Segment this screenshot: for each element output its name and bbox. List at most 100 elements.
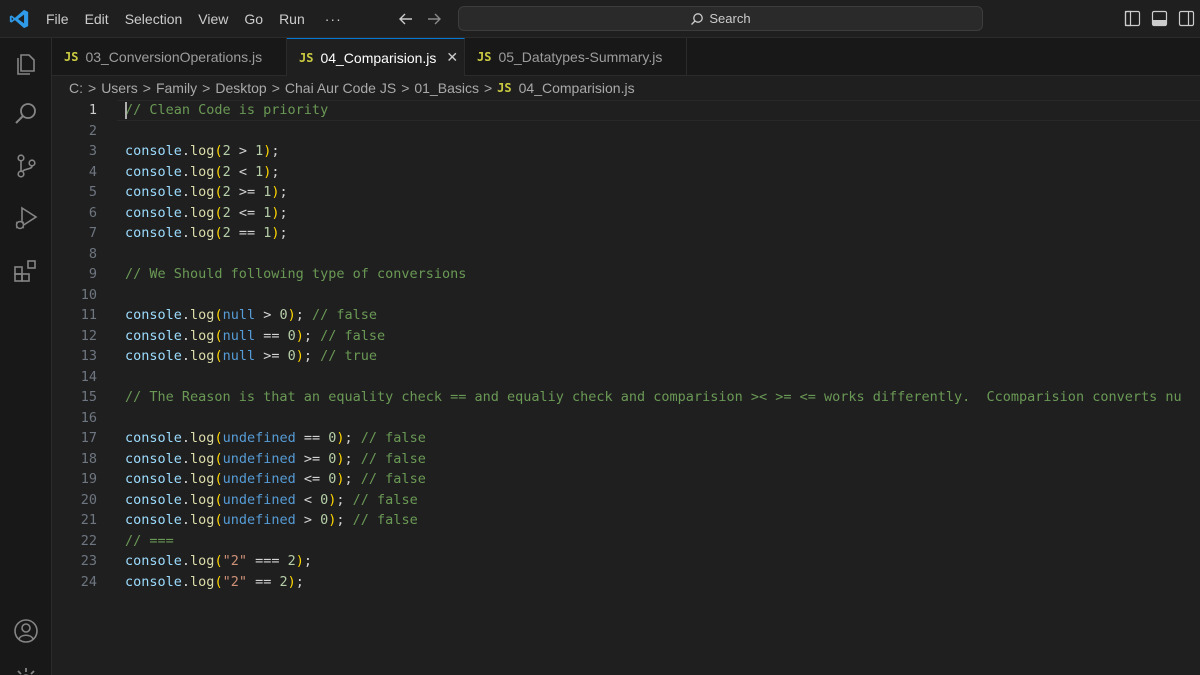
line-number: 21 [80, 512, 97, 528]
code-line[interactable]: 18 console.log(undefined >= 0); // false [52, 449, 1200, 470]
code-token: // false [360, 430, 426, 446]
breadcrumb-separator: > [142, 80, 151, 96]
menu-run[interactable]: Run [271, 0, 313, 38]
code-line[interactable]: 1 // Clean Code is priority [52, 100, 1200, 121]
code-token: ( [214, 573, 223, 590]
line-number: 18 [80, 450, 97, 467]
code-line[interactable]: 17 console.log(undefined == 0); // false [52, 428, 1200, 449]
code-token: // true [320, 348, 378, 364]
code-token: ; [344, 471, 361, 487]
code-token: . [181, 184, 191, 200]
menu-more-button[interactable]: ··· [313, 0, 354, 38]
breadcrumb-item[interactable]: Users [101, 80, 138, 96]
toggle-primary-sidebar-icon[interactable] [1124, 10, 1141, 27]
code-token: 0 [279, 307, 288, 323]
line-number: 10 [80, 286, 97, 303]
code-token: 2 [222, 163, 231, 180]
code-line[interactable]: 3 console.log(2 > 1); [52, 141, 1200, 162]
code-token: ( [214, 450, 223, 467]
code-content: console.log(null > 0); // false [125, 305, 377, 326]
line-number: 11 [80, 307, 97, 323]
code-line[interactable]: 8 [52, 244, 1200, 265]
code-token: ; [344, 430, 361, 446]
line-number: 12 [80, 327, 97, 344]
explorer-icon[interactable] [12, 50, 40, 78]
js-file-icon: JS [64, 50, 79, 64]
code-token: 2 [287, 553, 296, 569]
menu-view[interactable]: View [190, 0, 236, 38]
code-token: ; [279, 204, 288, 221]
toggle-panel-icon[interactable] [1151, 10, 1168, 27]
code-line[interactable]: 13 console.log(null >= 0); // true [52, 346, 1200, 367]
code-token: 2 [222, 225, 231, 241]
code-line[interactable]: 7 console.log(2 == 1); [52, 223, 1200, 244]
code-line[interactable]: 9 // We Should following type of conversi… [52, 264, 1200, 285]
code-token: // Clean Code is priority [125, 102, 329, 118]
code-line[interactable]: 5 console.log(2 >= 1); [52, 182, 1200, 203]
editor-tab-bar: JS 03_ConversionOperations.js JS 04_Comp… [52, 38, 1200, 76]
code-line[interactable]: 22 // === [52, 531, 1200, 552]
menu-edit[interactable]: Edit [77, 0, 117, 38]
code-token: ; [295, 307, 313, 323]
breadcrumb-item[interactable]: 01_Basics [414, 80, 479, 96]
code-line[interactable]: 15 // The Reason is that an equality chec… [52, 387, 1200, 408]
line-number: 3 [88, 143, 97, 159]
code-line[interactable]: 23 console.log("2" === 2); [52, 551, 1200, 572]
code-token: ( [214, 307, 223, 323]
line-number: 9 [88, 266, 97, 282]
code-line[interactable]: 6 console.log(2 <= 1); [52, 203, 1200, 224]
code-token: ) [336, 450, 345, 467]
breadcrumb-item[interactable]: C: [69, 80, 83, 96]
code-content: console.log(2 < 1); [125, 162, 280, 183]
code-token: ; [279, 225, 288, 241]
code-token: <= [295, 471, 329, 487]
code-token: > [255, 307, 280, 323]
breadcrumb-file[interactable]: 04_Comparision.js [519, 80, 635, 96]
vscode-logo-icon[interactable] [8, 8, 30, 30]
code-token: console [125, 553, 182, 569]
back-arrow-icon[interactable] [396, 9, 416, 29]
code-line[interactable]: 2 [52, 121, 1200, 142]
toggle-secondary-sidebar-icon[interactable] [1178, 10, 1195, 27]
breadcrumb-item[interactable]: Family [156, 80, 197, 96]
line-number: 23 [80, 553, 97, 569]
code-token: log [190, 225, 215, 241]
code-token: console [125, 307, 182, 323]
account-icon[interactable] [12, 617, 40, 645]
code-line[interactable]: 19 console.log(undefined <= 0); // false [52, 469, 1200, 490]
manage-gear-icon[interactable] [12, 665, 40, 675]
menu-file[interactable]: File [38, 0, 77, 38]
code-content: console.log(undefined >= 0); // false [125, 449, 426, 470]
code-line[interactable]: 4 console.log(2 < 1); [52, 162, 1200, 183]
search-icon[interactable] [12, 100, 40, 128]
run-debug-icon[interactable] [12, 204, 40, 232]
forward-arrow-icon[interactable] [424, 9, 444, 29]
code-editor[interactable]: 1// Clean Code is priority 2 3 console.log(… [52, 100, 1200, 675]
code-line[interactable]: 21 console.log(undefined > 0); // false [52, 510, 1200, 531]
source-control-icon[interactable] [12, 152, 40, 180]
code-line[interactable]: 10 [52, 285, 1200, 306]
code-line[interactable]: 14 [52, 367, 1200, 388]
breadcrumb-separator: > [483, 80, 493, 96]
code-line[interactable]: 12 console.log(null == 0); // false [52, 326, 1200, 347]
tab-04-comparision[interactable]: JS 04_Comparision.js ✕ [287, 38, 465, 76]
code-content: console.log(undefined > 0); // false [125, 510, 418, 531]
code-token: == [255, 327, 288, 344]
menu-selection[interactable]: Selection [117, 0, 191, 38]
tab-05-datatypes-summary[interactable]: JS 05_Datatypes-Summary.js [465, 38, 687, 76]
code-token: log [190, 307, 215, 323]
tab-03-conversion-operations[interactable]: JS 03_ConversionOperations.js [52, 38, 287, 76]
breadcrumb-item[interactable]: Chai Aur Code JS [285, 80, 396, 96]
extensions-icon[interactable] [12, 258, 40, 286]
close-icon[interactable]: ✕ [446, 49, 458, 66]
code-line[interactable]: 24 console.log("2" == 2); [52, 572, 1200, 593]
code-token: console [125, 143, 182, 159]
command-center-search[interactable]: Search [458, 6, 983, 31]
menu-go[interactable]: Go [236, 0, 271, 38]
code-content: console.log(2 >= 1); [125, 182, 288, 203]
breadcrumb-item[interactable]: Desktop [215, 80, 266, 96]
code-line[interactable]: 16 [52, 408, 1200, 429]
code-line[interactable]: 20 console.log(undefined < 0); // false [52, 490, 1200, 511]
code-line[interactable]: 11 console.log(null > 0); // false [52, 305, 1200, 326]
tab-label: 04_Comparision.js [320, 49, 437, 66]
